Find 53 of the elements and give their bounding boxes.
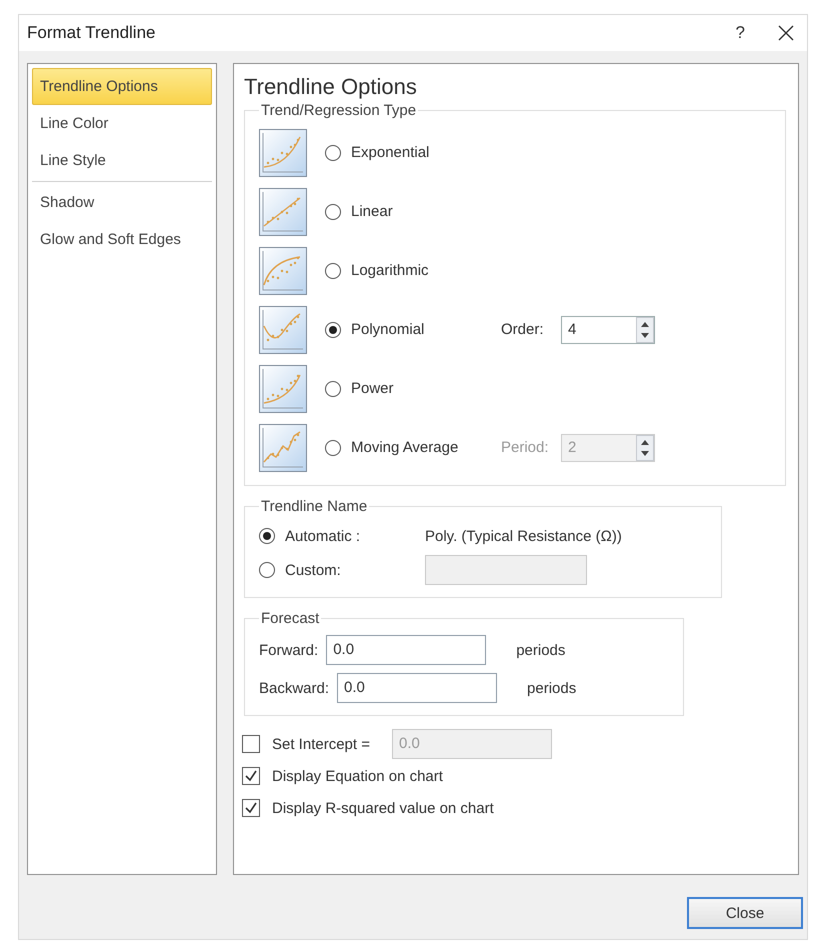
radio-label[interactable]: Polynomial: [351, 321, 501, 338]
close-button[interactable]: Close: [687, 897, 803, 929]
radio-label[interactable]: Automatic :: [285, 528, 425, 544]
group-legend: Forecast: [259, 610, 322, 627]
trendline-chart-icon[interactable]: [259, 424, 307, 472]
checkbox-label[interactable]: Display Equation on chart: [272, 768, 443, 784]
radio-button[interactable]: [325, 144, 341, 160]
checkbox[interactable]: [242, 767, 260, 785]
window-title: Format Trendline: [27, 23, 156, 43]
close-icon[interactable]: [777, 24, 795, 42]
spinner-arrows-icon[interactable]: [636, 316, 654, 342]
group-legend: Trend/Regression Type: [259, 102, 418, 119]
checkbox-label[interactable]: Display R-squared value on chart: [272, 800, 494, 816]
unit-label: periods: [516, 642, 566, 658]
radio-label[interactable]: Linear: [351, 203, 501, 220]
trendline-chart-icon[interactable]: [259, 128, 307, 176]
radio-label[interactable]: Moving Average: [351, 439, 501, 456]
radio-button[interactable]: [325, 380, 341, 396]
trendline-chart-icon[interactable]: [259, 188, 307, 236]
radio-button[interactable]: [259, 562, 275, 578]
spinner-arrows-icon[interactable]: [636, 434, 654, 460]
checkbox[interactable]: [242, 799, 260, 817]
checkbox[interactable]: [242, 735, 260, 753]
radio-button[interactable]: [325, 204, 341, 220]
help-button[interactable]: ?: [732, 23, 749, 43]
field-label: Backward:: [259, 680, 330, 696]
group-legend: Trendline Name: [259, 498, 370, 515]
radio-label[interactable]: Custom:: [285, 562, 425, 578]
radio-button[interactable]: [325, 262, 341, 278]
sidebar-item[interactable]: Glow and Soft Edges: [32, 221, 212, 258]
sidebar-item[interactable]: Line Style: [32, 142, 212, 179]
radio-label[interactable]: Exponential: [351, 144, 501, 161]
unit-label: periods: [527, 680, 576, 696]
sidebar-item[interactable]: Trendline Options: [32, 68, 212, 105]
spin-field[interactable]: 4: [561, 316, 655, 344]
param-label: Period:: [501, 439, 550, 456]
radio-label[interactable]: Power: [351, 380, 501, 397]
param-label: Order:: [501, 321, 545, 338]
radio-button[interactable]: [259, 528, 275, 544]
radio-button[interactable]: [325, 322, 341, 338]
sidebar-item[interactable]: Shadow: [32, 184, 212, 221]
radio-label[interactable]: Logarithmic: [351, 262, 501, 279]
trendline-chart-icon[interactable]: [259, 246, 307, 294]
trendline-chart-icon[interactable]: [259, 364, 307, 412]
trendline-name-text: Poly. (Typical Resistance (Ω)): [425, 528, 622, 544]
input-field[interactable]: 0.0: [337, 673, 498, 703]
section-heading: Trendline Options: [244, 74, 418, 100]
input-field[interactable]: 0.0: [326, 635, 486, 665]
radio-button[interactable]: [325, 440, 341, 456]
field-label: Forward:: [259, 642, 318, 658]
checkbox-label[interactable]: Set Intercept =: [272, 736, 370, 752]
trendline-chart-icon[interactable]: [259, 306, 307, 354]
sidebar-item[interactable]: Line Color: [32, 105, 212, 142]
